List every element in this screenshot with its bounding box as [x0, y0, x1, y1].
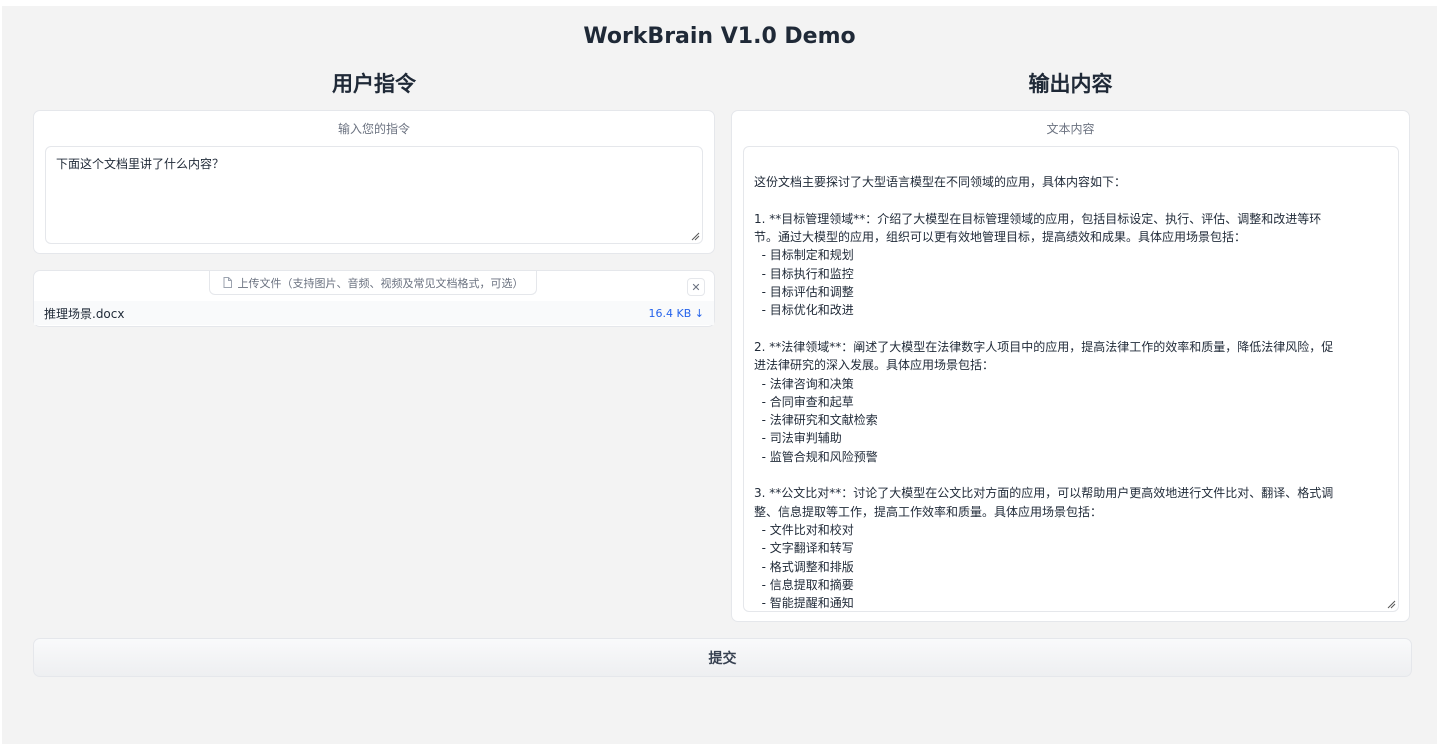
instruction-input[interactable]: 下面这个文档里讲了什么内容？ — [45, 146, 703, 244]
output-line: - 文件比对和校对 — [754, 522, 854, 537]
output-line: - 目标评估和调整 — [754, 285, 854, 300]
resize-grip-icon[interactable] — [690, 231, 700, 241]
instruction-label: 输入您的指令 — [337, 122, 410, 136]
output-line: - 监管合规和风险预警 — [754, 449, 878, 464]
file-icon — [223, 277, 232, 288]
output-line: - 司法审判辅助 — [754, 431, 842, 446]
upload-label: 上传文件（支持图片、音频、视频及常见文档格式，可选） — [237, 276, 524, 290]
output-textarea[interactable]: 这份文档主要探讨了大型语言模型在不同领域的应用，具体内容如下： 1. **目标管… — [743, 146, 1399, 612]
output-line: - 智能提醒和通知 — [754, 596, 854, 611]
output-line: 进法律研究的深入发展。具体应用场景包括： — [754, 358, 995, 373]
file-name: 推理场景.docx — [44, 306, 125, 321]
output-line: 1. **目标管理领域**：介绍了大模型在目标管理领域的应用，包括目标设定、执行… — [754, 211, 1322, 226]
output-line: 整、信息提取等工作，提高工作效率和质量。具体应用场景包括： — [754, 504, 1103, 519]
output-line: - 法律咨询和决策 — [754, 376, 854, 391]
clear-file-button[interactable]: ✕ — [687, 278, 705, 296]
output-line: - 文字翻译和转写 — [754, 541, 854, 556]
submit-button[interactable]: 提交 — [33, 638, 1412, 677]
output-line: - 合同审查和起草 — [754, 394, 854, 409]
output-line: - 法律研究和文献检索 — [754, 413, 878, 428]
uploaded-file-row[interactable]: 推理场景.docx 16.4 KB ↓ — [34, 301, 714, 325]
instruction-panel: 输入您的指令 下面这个文档里讲了什么内容？ — [33, 110, 715, 254]
close-icon: ✕ — [691, 280, 701, 294]
output-line: 这份文档主要探讨了大型语言模型在不同领域的应用，具体内容如下： — [754, 175, 1127, 190]
instruction-value: 下面这个文档里讲了什么内容？ — [56, 157, 225, 171]
output-label: 文本内容 — [1046, 122, 1095, 136]
output-panel: 文本内容 这份文档主要探讨了大型语言模型在不同领域的应用，具体内容如下： 1. … — [731, 110, 1410, 622]
app-title: WorkBrain V1.0 Demo — [583, 24, 856, 49]
output-line: - 目标优化和改进 — [754, 303, 854, 318]
output-heading: 输出内容 — [1028, 72, 1113, 96]
file-size-download-link[interactable]: 16.4 KB ↓ — [649, 307, 704, 320]
upload-file-button[interactable]: 上传文件（支持图片、音频、视频及常见文档格式，可选） — [209, 271, 537, 295]
output-line: - 格式调整和排版 — [754, 559, 854, 574]
output-line: - 目标执行和监控 — [754, 266, 854, 281]
user-instruction-heading: 用户指令 — [332, 72, 416, 96]
file-upload-panel: 上传文件（支持图片、音频、视频及常见文档格式，可选） ✕ 推理场景.docx 1… — [33, 270, 715, 327]
output-line: - 信息提取和摘要 — [754, 577, 854, 592]
output-line: 3. **公文比对**：讨论了大模型在公文比对方面的应用，可以帮助用户更高效地进… — [754, 486, 1334, 501]
app-root: WorkBrain V1.0 Demo 用户指令 输入您的指令 下面这个文档里讲… — [2, 6, 1437, 744]
output-line: 2. **法律领域**：阐述了大模型在法律数字人项目中的应用，提高法律工作的效率… — [754, 339, 1334, 354]
resize-grip-icon[interactable] — [1386, 599, 1396, 609]
output-line: 节。通过大模型的应用，组织可以更有效地管理目标，提高绩效和成果。具体应用场景包括… — [754, 230, 1247, 245]
output-line: - 目标制定和规划 — [754, 248, 854, 263]
